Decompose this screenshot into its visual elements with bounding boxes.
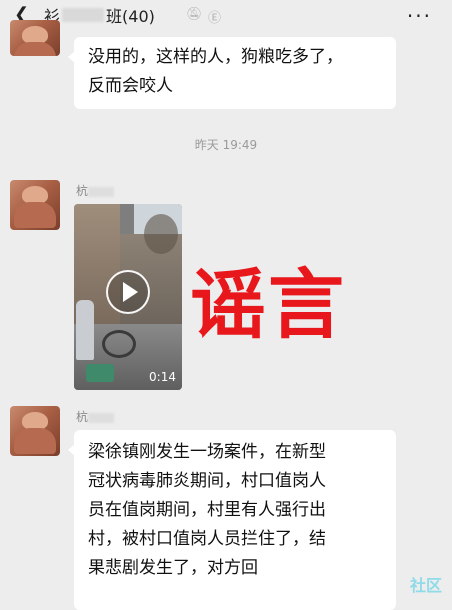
video-duration: 0:14 xyxy=(149,370,176,384)
sender-name: 杭 xyxy=(76,408,115,425)
message-bubble[interactable]: 梁徐镇刚发生一场案件，在新型 冠状病毒肺炎期间，村口值岗人 员在值岗期间，村里有… xyxy=(68,430,396,610)
video-thumb-tree xyxy=(144,214,178,254)
video-thumb-person xyxy=(76,300,94,360)
sender-name-redaction xyxy=(88,186,115,197)
message-line: 员在值岗期间，村里有人强行出 xyxy=(88,500,326,520)
chat-title-redaction xyxy=(62,8,105,22)
message-line: 梁徐镇刚发生一场案件，在新型 xyxy=(88,442,326,462)
message-line: 反而会咬人 xyxy=(88,76,173,96)
video-message[interactable]: 0:14 xyxy=(74,204,182,390)
video-thumb-bike xyxy=(102,330,136,358)
watermark: 社区 xyxy=(409,576,442,595)
sender-name-text: 杭 xyxy=(76,410,89,424)
message-bubble[interactable]: 没用的，这样的人，狗粮吃多了， 反而会咬人 xyxy=(68,37,396,109)
earpiece-icon: Ⓔ xyxy=(208,11,222,26)
sender-avatar[interactable] xyxy=(10,20,60,56)
bell-off-icon: 🔕︎ xyxy=(186,7,203,22)
sender-name: 杭 xyxy=(76,182,115,199)
more-ellipsis-icon[interactable]: ··· xyxy=(407,4,432,28)
sender-name-redaction xyxy=(88,412,115,423)
rumor-stamp: 谣言 xyxy=(190,260,346,349)
chat-title: 衫 班(40) xyxy=(44,5,155,26)
sender-name-text: 杭 xyxy=(76,184,89,198)
sender-avatar[interactable] xyxy=(10,406,60,456)
message-line: 果悲剧发生了，对方回 xyxy=(88,558,258,578)
video-thumb-object xyxy=(86,364,114,382)
chat-header: ❮ 衫 班(40) 🔕︎ Ⓔ ··· xyxy=(0,0,452,30)
play-icon[interactable] xyxy=(106,270,150,314)
message-line: 村，被村口值岗人员拦住了，结 xyxy=(88,529,326,549)
message-timestamp: 昨天 19:49 xyxy=(194,138,258,152)
message-line: 没用的，这样的人，狗粮吃多了， xyxy=(88,47,343,67)
message-line: 冠状病毒肺炎期间，村口值岗人 xyxy=(88,471,326,491)
chat-title-rest: 班(40) xyxy=(106,7,155,26)
sender-avatar[interactable] xyxy=(10,180,60,230)
